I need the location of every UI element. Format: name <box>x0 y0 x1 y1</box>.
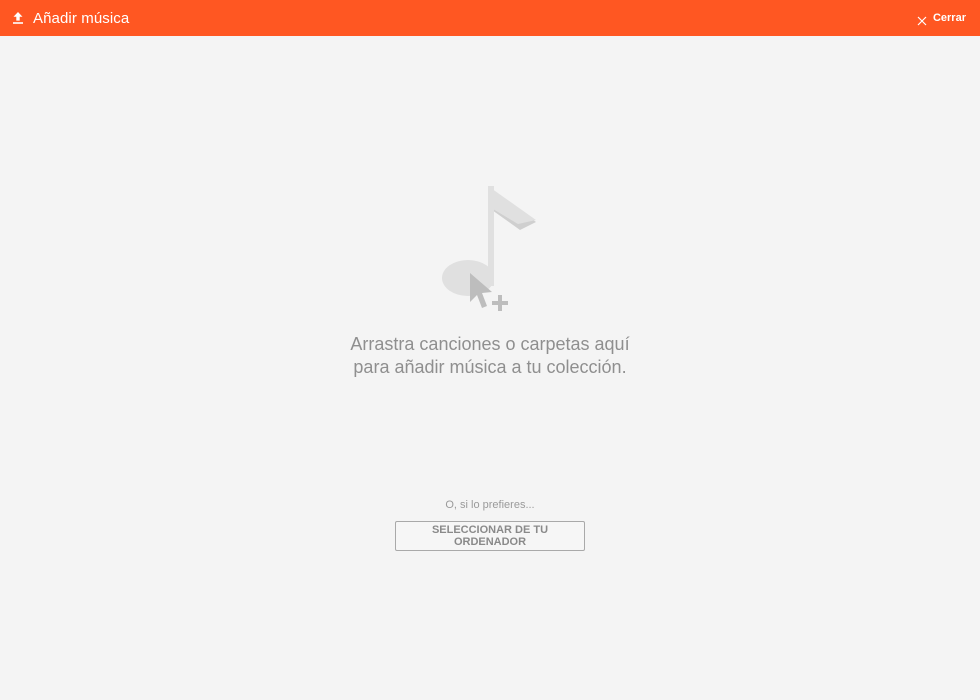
page-title: Añadir música <box>33 9 130 27</box>
header-title-group: Añadir música <box>11 0 129 36</box>
drop-zone[interactable]: Arrastra canciones o carpetas aquí para … <box>0 36 980 700</box>
close-button[interactable]: Cerrar <box>917 0 966 36</box>
close-button-label: Cerrar <box>932 12 966 24</box>
select-from-computer-button[interactable]: SELECCIONAR DE TU ORDENADOR <box>395 521 585 551</box>
close-icon <box>917 13 927 26</box>
drop-instructions: Arrastra canciones o carpetas aquí para … <box>350 334 630 377</box>
header-bar: Añadir música Cerrar <box>0 0 980 36</box>
music-note-cursor-plus-icon <box>440 184 540 316</box>
alternative-text: O, si lo prefieres... <box>445 499 535 511</box>
upload-icon <box>11 11 25 25</box>
